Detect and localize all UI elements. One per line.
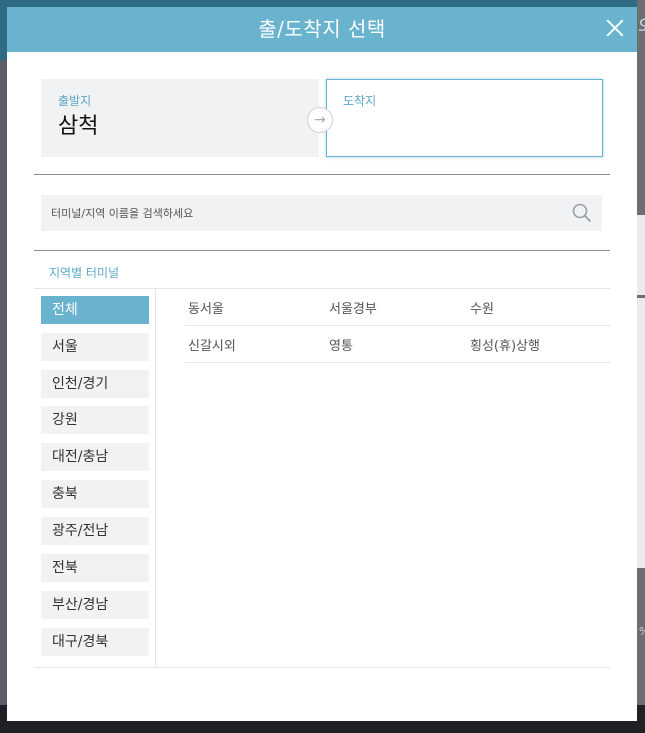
category-incheon-gyeonggi[interactable]: 인천/경기 — [41, 370, 149, 398]
category-gwangju-jeonnam[interactable]: 광주/전남 — [41, 517, 149, 545]
modal-header: 출/도착지 선택 — [7, 7, 637, 52]
search-input[interactable] — [51, 195, 551, 231]
terminal-item[interactable]: 서울경부 — [329, 298, 377, 317]
category-jeonbuk[interactable]: 전북 — [41, 554, 149, 582]
background-stripe — [637, 298, 645, 568]
search-icon[interactable] — [572, 203, 592, 223]
terminal-list: 동서울 서울경부 수원 신갈시외 영통 횡성(휴)상행 — [156, 288, 610, 667]
region-category-list: 전체 서울 인천/경기 강원 대전/충남 충북 광주/전남 전북 부산/경남 대… — [34, 288, 156, 667]
category-daejeon-chungnam[interactable]: 대전/충남 — [41, 443, 149, 471]
divider — [34, 250, 610, 251]
departure-value: 삼척 — [58, 114, 99, 139]
terminal-item[interactable]: 신갈시외 — [188, 335, 236, 354]
terminal-item[interactable]: 횡성(휴)상행 — [470, 335, 540, 354]
background-percent: % — [639, 625, 645, 638]
category-chungbuk[interactable]: 충북 — [41, 480, 149, 508]
arrow-right-icon: → — [307, 107, 333, 133]
background-glyph: 오 — [638, 12, 645, 36]
departure-label: 출발지 — [58, 94, 92, 108]
background-right-strip — [637, 0, 645, 733]
close-button[interactable] — [603, 16, 627, 40]
terminal-item[interactable]: 동서울 — [188, 298, 224, 317]
category-daegu-gyeongbuk[interactable]: 대구/경북 — [41, 628, 149, 656]
divider — [34, 174, 610, 175]
modal-title: 출/도착지 선택 — [258, 17, 386, 41]
arrival-label: 도착지 — [343, 94, 377, 108]
search-bar — [41, 195, 602, 231]
departure-field[interactable]: 출발지 삼척 — [41, 79, 319, 157]
category-all[interactable]: 전체 — [41, 296, 149, 324]
divider — [34, 667, 610, 668]
region-section-title: 지역별 터미널 — [49, 266, 120, 280]
background-stripe — [637, 215, 645, 295]
terminal-item[interactable]: 수원 — [470, 298, 494, 317]
terminal-select-modal: 출/도착지 선택 출발지 삼척 → 도착지 지역별 터미널 전체 서울 인천/경… — [7, 7, 637, 721]
terminal-row: 신갈시외 영통 횡성(휴)상행 — [185, 326, 610, 363]
category-busan-gyeongnam[interactable]: 부산/경남 — [41, 591, 149, 619]
arrival-field[interactable]: 도착지 — [326, 79, 603, 157]
terminal-row: 동서울 서울경부 수원 — [185, 289, 610, 326]
category-gangwon[interactable]: 강원 — [41, 406, 149, 434]
category-seoul[interactable]: 서울 — [41, 333, 149, 361]
terminal-item[interactable]: 영통 — [329, 335, 353, 354]
